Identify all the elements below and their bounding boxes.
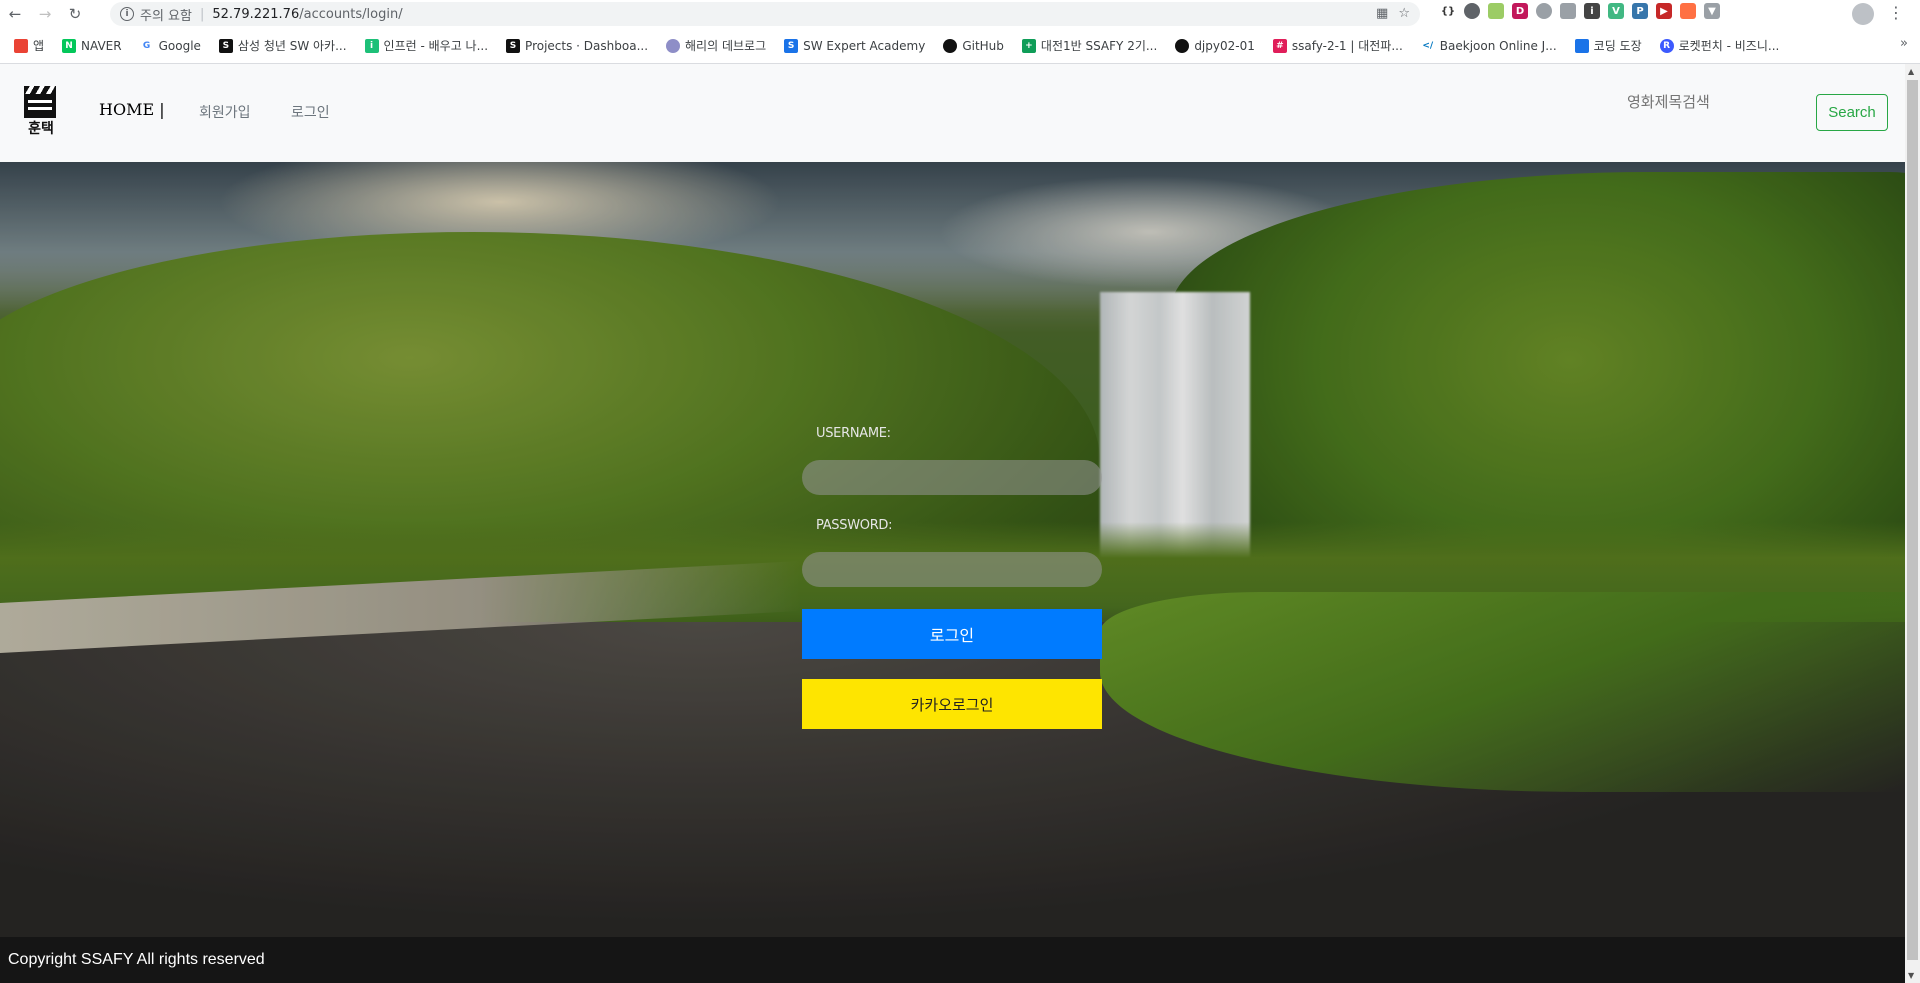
hero-overlay bbox=[0, 162, 1905, 937]
address-separator: | bbox=[199, 6, 205, 22]
nav-login-link[interactable]: 로그인 bbox=[291, 102, 330, 122]
inflearn-icon: i bbox=[364, 38, 379, 53]
bookmark-label: djpy02-01 bbox=[1194, 38, 1255, 53]
bookmark-item[interactable]: djpy02-01 bbox=[1175, 38, 1255, 53]
gitlab-icon: S bbox=[506, 38, 521, 53]
bookmark-label: 로켓펀치 - 비즈니... bbox=[1678, 39, 1780, 53]
bookmark-item[interactable]: N NAVER bbox=[62, 38, 122, 53]
page-viewport: 훈택 HOME | 회원가입 로그인 Search USERNAME: PASS… bbox=[0, 64, 1905, 983]
scroll-down-arrow-icon[interactable]: ▼ bbox=[1908, 971, 1914, 980]
logo-text: 훈택 bbox=[28, 121, 54, 137]
bookmark-item[interactable]: GitHub bbox=[943, 38, 1004, 53]
swea-icon: S bbox=[784, 38, 799, 53]
kakao-login-button[interactable]: 카카오로그인 bbox=[802, 679, 1102, 729]
bookmark-item[interactable]: + 대전1반 SSAFY 2기... bbox=[1021, 37, 1158, 54]
reload-icon[interactable]: ↻ bbox=[60, 0, 90, 28]
bookmark-label: Google bbox=[158, 38, 201, 53]
rocketpunch-icon: R bbox=[1659, 38, 1674, 53]
bookmark-item[interactable]: 해리의 데브로그 bbox=[666, 37, 766, 54]
hero-background: USERNAME: PASSWORD: 로그인 카카오로그인 bbox=[0, 162, 1905, 937]
extension-tools-icon[interactable] bbox=[1680, 3, 1696, 19]
search-button[interactable]: Search bbox=[1816, 94, 1888, 131]
bookmark-label: 해리의 데브로그 bbox=[685, 39, 767, 53]
site-logo[interactable]: 훈택 bbox=[24, 86, 58, 138]
nav-home-link[interactable]: HOME | bbox=[99, 100, 165, 119]
bookmark-item[interactable]: S 삼성 청년 SW 아카... bbox=[218, 37, 347, 54]
forward-icon[interactable]: → bbox=[30, 0, 60, 28]
scroll-up-arrow-icon[interactable]: ▲ bbox=[1908, 67, 1914, 76]
extension-python-icon[interactable]: P bbox=[1632, 3, 1648, 19]
extension-info-icon[interactable]: i bbox=[1584, 3, 1600, 19]
scroll-thumb[interactable] bbox=[1907, 80, 1918, 960]
bookmark-label: 앱 bbox=[33, 39, 45, 53]
samsung-icon: S bbox=[218, 38, 233, 53]
bookmark-label: Projects · Dashboa... bbox=[525, 38, 649, 53]
extension-json-icon[interactable]: {} bbox=[1440, 3, 1456, 19]
dojang-icon bbox=[1574, 38, 1589, 53]
bookmark-label: 인프런 - 배우고 나... bbox=[383, 39, 489, 53]
bookmark-label: SW Expert Academy bbox=[803, 38, 926, 53]
clapperboard-icon bbox=[24, 86, 56, 118]
code-icon: </ bbox=[1420, 38, 1435, 53]
extension-globe-icon[interactable] bbox=[1464, 3, 1480, 19]
bookmark-item[interactable]: S Projects · Dashboa... bbox=[506, 38, 649, 53]
translate-icon[interactable]: ▦ bbox=[1376, 6, 1388, 21]
extension-web-icon[interactable] bbox=[1536, 3, 1552, 19]
url-host: 52.79.221.76 bbox=[212, 6, 300, 22]
bookmark-label: ssafy-2-1 | 대전파... bbox=[1291, 39, 1403, 53]
footer-copyright: Copyright SSAFY All rights reserved bbox=[8, 951, 265, 968]
naver-icon: N bbox=[62, 38, 77, 53]
username-label: USERNAME: bbox=[816, 426, 891, 441]
bookmark-item[interactable]: i 인프런 - 배우고 나... bbox=[364, 37, 489, 54]
bookmark-item[interactable]: R 로켓펀치 - 비즈니... bbox=[1659, 37, 1780, 54]
bookmark-item[interactable]: G Google bbox=[139, 38, 201, 53]
profile-avatar[interactable] bbox=[1852, 3, 1874, 25]
extensions-bar: {} D i V P ▶ ▼ bbox=[1440, 3, 1720, 19]
nav-signup-link[interactable]: 회원가입 bbox=[199, 102, 251, 122]
bookmarks-overflow-icon[interactable]: » bbox=[1900, 36, 1908, 51]
menu-kebab-icon[interactable]: ⋮ bbox=[1888, 3, 1904, 22]
bookmark-label: Baekjoon Online J... bbox=[1439, 38, 1557, 53]
sheets-icon: + bbox=[1021, 38, 1036, 53]
apps-grid-icon bbox=[14, 38, 28, 53]
bookmark-label: 삼성 청년 SW 아카... bbox=[237, 39, 347, 53]
username-input[interactable] bbox=[802, 460, 1102, 495]
back-icon[interactable]: ← bbox=[0, 0, 30, 28]
password-input[interactable] bbox=[802, 552, 1102, 587]
bookmark-label: NAVER bbox=[81, 38, 122, 53]
extension-d-icon[interactable]: D bbox=[1512, 3, 1528, 19]
github-icon bbox=[1175, 38, 1190, 53]
bookmark-label: 대전1반 SSAFY 2기... bbox=[1040, 39, 1158, 53]
extension-ruler-icon[interactable] bbox=[1488, 3, 1504, 19]
site-navbar: 훈택 HOME | 회원가입 로그인 Search bbox=[0, 64, 1905, 162]
bookmark-label: 코딩 도장 bbox=[1593, 39, 1642, 53]
movie-search-input[interactable] bbox=[1627, 94, 1737, 111]
bookmark-star-icon[interactable]: ☆ bbox=[1398, 6, 1410, 21]
github-icon bbox=[943, 38, 958, 53]
bookmark-item[interactable]: # ssafy-2-1 | 대전파... bbox=[1272, 37, 1403, 54]
bookmark-label: GitHub bbox=[962, 38, 1004, 53]
page-scrollbar[interactable]: ▲ ▼ bbox=[1905, 64, 1920, 983]
site-footer: Copyright SSAFY All rights reserved bbox=[0, 937, 1905, 983]
bookmark-item[interactable]: 앱 bbox=[14, 37, 44, 54]
url-path: /accounts/login/ bbox=[299, 6, 403, 22]
address-bar[interactable]: i 주의 요함 | 52.79.221.76/accounts/login/ ▦… bbox=[110, 2, 1420, 26]
browser-toolbar: ← → ↻ i 주의 요함 | 52.79.221.76/accounts/lo… bbox=[0, 0, 1920, 28]
bookmark-item[interactable]: 코딩 도장 bbox=[1574, 37, 1642, 54]
info-icon[interactable]: i bbox=[120, 7, 134, 21]
password-label: PASSWORD: bbox=[816, 518, 893, 533]
extension-screenshot-icon[interactable] bbox=[1560, 3, 1576, 19]
extension-filter-icon[interactable]: ▼ bbox=[1704, 3, 1720, 19]
login-button[interactable]: 로그인 bbox=[802, 609, 1102, 659]
blog-icon bbox=[666, 38, 681, 53]
extension-vue-icon[interactable]: V bbox=[1608, 3, 1624, 19]
slack-icon: # bbox=[1272, 38, 1287, 53]
extension-record-icon[interactable]: ▶ bbox=[1656, 3, 1672, 19]
bookmarks-bar: 앱 N NAVER G Google S 삼성 청년 SW 아카... i 인프런 - … bbox=[0, 28, 1920, 64]
bookmark-item[interactable]: </ Baekjoon Online J... bbox=[1420, 38, 1557, 53]
google-icon: G bbox=[139, 38, 154, 53]
security-warning: 주의 요함 bbox=[140, 8, 192, 24]
bookmark-item[interactable]: S SW Expert Academy bbox=[784, 38, 926, 53]
